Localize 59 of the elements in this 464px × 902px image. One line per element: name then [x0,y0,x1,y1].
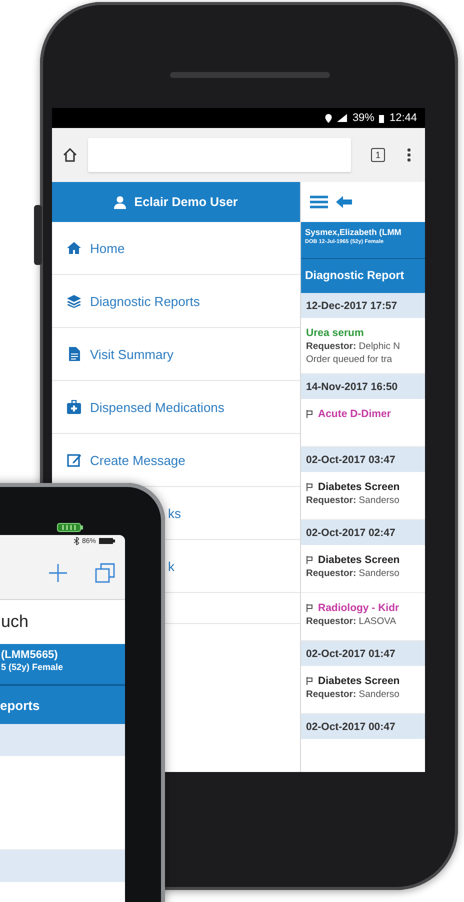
home-icon[interactable] [62,147,78,163]
section-title: eports [0,684,125,724]
battery-icon [99,538,115,544]
tab-switcher[interactable]: 1 [371,148,385,162]
clock: 12:44 [389,112,417,124]
flag-icon [306,604,313,612]
back-arrow-icon[interactable] [336,196,352,208]
report-detail: Requestor: Sanderso [306,495,400,506]
report-detail: Requestor: Sanderso [306,568,400,579]
patient-name: (LMM5665) [1,649,59,661]
nav-item[interactable]: Dispensed Medications [52,381,300,434]
report-title: Urea serum [306,327,364,339]
edit-icon [67,453,81,467]
patient-details: 5 (52y) Female [1,662,64,672]
address-field[interactable]: uch [0,600,125,644]
flag-icon [306,556,313,564]
layers-icon [67,294,81,308]
report-title: Diabetes Screen [318,554,400,566]
date-header: 02-Oct-2017 03:47 [301,447,425,472]
date-header: 14-Nov-2017 16:50 [301,374,425,399]
date-header: 12-Dec-2017 17:57 [301,293,425,318]
document-icon [67,347,81,361]
nav-item[interactable]: k [168,558,174,574]
flag-icon [306,483,313,491]
battery-icon [57,523,83,532]
more-menu-icon[interactable] [407,148,411,162]
flag-icon [306,410,313,418]
home-icon [67,241,81,255]
patient-name: Sysmex,Elizabeth (LMM [305,227,402,237]
nav-item[interactable]: Diagnostic Reports [52,275,300,328]
report-detail: Requestor: LASOVA [306,616,398,627]
nav-item[interactable]: Home [52,222,300,275]
battery-percent: 39% [352,112,374,124]
date-header: 02-Oct-2017 01:47 [301,641,425,666]
nav-item[interactable]: Visit Summary [52,328,300,381]
report-title: Diabetes Screen [318,481,400,493]
plus-icon[interactable] [49,564,67,582]
address-field[interactable] [88,138,351,172]
location-icon [325,114,332,122]
flag-icon [306,677,313,685]
report-detail: Requestor: Sanderso [306,689,400,700]
bluetooth-icon [74,537,79,545]
medical-kit-icon [67,400,81,414]
signal-icon [337,114,348,122]
nav-item[interactable]: ks [168,506,181,520]
report-detail: Order queued for tra [306,354,394,365]
user-icon [114,196,126,208]
report-title: Diabetes Screen [318,675,400,687]
tabs-icon[interactable] [95,563,115,583]
report-title: Radiology - Kidr [318,602,400,614]
user-name: Eclair Demo User [134,195,238,209]
report-title: Acute D-Dimer [318,408,391,420]
battery-icon [379,114,384,122]
section-title: Diagnostic Report [301,258,425,293]
menu-icon[interactable] [310,195,328,209]
report-detail: Requestor: Delphic N [306,341,401,352]
date-header: 02-Oct-2017 00:47 [301,714,425,739]
report-item[interactable]: Diabetes Screen Requestor: Sanderso [301,545,425,593]
date-header: 02-Oct-2017 02:47 [301,520,425,545]
